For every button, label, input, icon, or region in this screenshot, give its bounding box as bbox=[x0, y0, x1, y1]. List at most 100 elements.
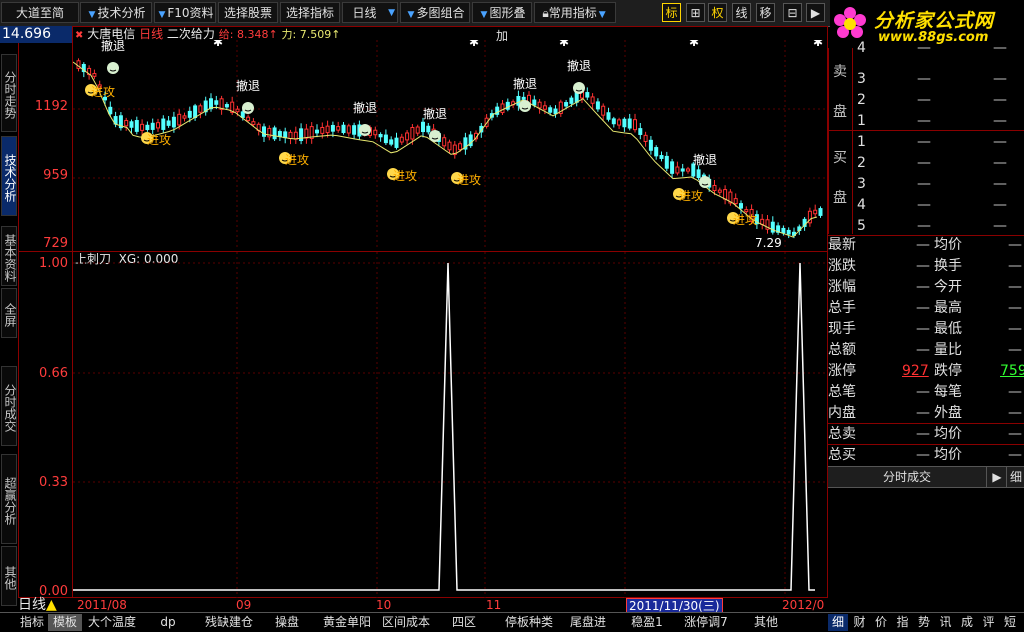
tick-header[interactable]: 分时成交 ▶ 细 bbox=[828, 466, 1024, 488]
toolbar-f10[interactable]: ▼ F10资料 bbox=[154, 2, 216, 23]
tab-super-analysis[interactable]: 超赢分析 bbox=[1, 454, 17, 544]
mark-label: 标 bbox=[665, 6, 678, 20]
candle bbox=[410, 127, 415, 140]
candle bbox=[696, 169, 701, 179]
tab-fullscreen[interactable]: 全屏 bbox=[1, 288, 17, 338]
bottom-tab[interactable]: 黄金单阳 bbox=[318, 614, 376, 631]
tab-tech-analysis[interactable]: 技术分析 bbox=[1, 136, 17, 216]
quote-row: 涨幅 — 今开 — bbox=[828, 277, 1024, 298]
candle bbox=[145, 124, 150, 131]
candle bbox=[500, 103, 505, 114]
toolbar-menu-dadao[interactable]: 大道至简 bbox=[1, 2, 79, 23]
price-value: — bbox=[917, 176, 931, 192]
quote-label: 量比 bbox=[934, 342, 962, 358]
tab-intraday[interactable]: 分时走势 bbox=[1, 54, 17, 132]
bottom-tab[interactable]: 大个温度 bbox=[84, 614, 140, 631]
bottom-tab[interactable]: 操盘 bbox=[268, 614, 306, 631]
candle bbox=[622, 118, 627, 128]
bottom-tab[interactable]: 尾盘进 bbox=[566, 614, 610, 631]
candle bbox=[330, 124, 335, 132]
low-price-label: 7.29 bbox=[755, 236, 782, 250]
toolbar-select-stock[interactable]: 选择股票 bbox=[218, 2, 278, 23]
bottom-tab[interactable]: 停板种类 bbox=[500, 614, 558, 631]
candle bbox=[320, 126, 325, 134]
right-tab[interactable]: 讯 bbox=[936, 614, 956, 631]
bottom-tab[interactable]: 区间成本 bbox=[380, 614, 432, 631]
right-tab[interactable]: 价 bbox=[871, 614, 891, 631]
quote-row: 内盘 — 外盘 — bbox=[828, 403, 1024, 424]
candle bbox=[224, 104, 229, 108]
rights-button[interactable]: 权 bbox=[708, 3, 727, 22]
bottom-tab[interactable]: 残缺建仓 bbox=[198, 614, 260, 631]
sub-y-066: 0.66 bbox=[39, 366, 68, 381]
dropdown-icon: ▼ bbox=[158, 10, 166, 20]
toolbar-select-indicator[interactable]: 选择指标 bbox=[280, 2, 340, 23]
price-value: — bbox=[917, 113, 931, 129]
price-value: — bbox=[917, 155, 931, 171]
quote-label: 均价 bbox=[934, 426, 962, 442]
toolbar-tech-analysis[interactable]: ▼ 技术分析 bbox=[80, 2, 152, 23]
bottom-tab[interactable]: dp bbox=[156, 614, 180, 631]
volume-value: — bbox=[993, 71, 1007, 87]
toolbar-overlay[interactable]: ▼ 图形叠加 bbox=[472, 2, 532, 43]
candle bbox=[595, 101, 600, 110]
right-tab[interactable]: 短 bbox=[1000, 614, 1020, 631]
candle bbox=[171, 116, 176, 128]
candle bbox=[134, 120, 139, 132]
toolbar-label: F10资料 bbox=[167, 6, 214, 20]
candle bbox=[277, 131, 282, 138]
quote-label: 每笔 bbox=[934, 384, 962, 400]
play-icon[interactable]: ▶ bbox=[986, 467, 1007, 487]
sell-level-row: 1 — — bbox=[857, 111, 1024, 132]
candle bbox=[723, 189, 728, 200]
candle bbox=[670, 161, 675, 174]
quote-label: 最新 bbox=[828, 237, 856, 253]
candle bbox=[633, 119, 637, 131]
right-tab[interactable]: 指 bbox=[893, 614, 913, 631]
tab-basic-info[interactable]: 基本资料 bbox=[1, 226, 17, 286]
buy-level-row: 1 — — bbox=[857, 132, 1024, 153]
tab-other[interactable]: 其他 bbox=[1, 546, 17, 606]
sub-y-033: 0.33 bbox=[39, 475, 68, 490]
toolbar-label: 日线 bbox=[352, 6, 377, 20]
right-tab[interactable]: 势 bbox=[914, 614, 934, 631]
quote-label: 涨停 bbox=[828, 363, 856, 379]
mark-button[interactable]: 标 bbox=[662, 3, 681, 22]
right-tab[interactable]: 财 bbox=[850, 614, 870, 631]
sub-y-100: 1.00 bbox=[39, 256, 68, 271]
candle bbox=[442, 137, 447, 147]
candle bbox=[712, 184, 717, 192]
right-tab[interactable]: 评 bbox=[979, 614, 999, 631]
bottom-tab[interactable]: 其他 bbox=[746, 614, 786, 631]
move-button[interactable]: 移 bbox=[756, 3, 775, 22]
retreat-signal-label: 撤退 bbox=[101, 40, 125, 53]
candle bbox=[643, 134, 648, 143]
candle bbox=[156, 122, 160, 129]
right-tab[interactable]: 成 bbox=[957, 614, 977, 631]
volume-value: — bbox=[993, 40, 1007, 56]
candle bbox=[654, 147, 659, 157]
period-label: 日线 bbox=[139, 27, 164, 41]
price-value: — bbox=[917, 134, 931, 150]
candle bbox=[638, 128, 643, 135]
bottom-tab[interactable]: 模板 bbox=[48, 614, 82, 631]
toolbar-period[interactable]: 日线 ▼ bbox=[342, 2, 398, 23]
expand-icon[interactable]: ⊟ bbox=[783, 3, 802, 22]
play-icon[interactable]: ▶ bbox=[806, 3, 825, 22]
toolbar-multi-chart[interactable]: ▼ 多图组合 bbox=[400, 2, 470, 23]
bottom-tab[interactable]: 稳盈1 bbox=[626, 614, 668, 631]
bottom-tab[interactable]: 涨停调7 bbox=[682, 614, 730, 631]
x-date-0: 2011/08 bbox=[77, 598, 127, 612]
bottom-tab[interactable]: 四区 bbox=[446, 614, 482, 631]
candle bbox=[283, 131, 288, 139]
period-text: 日线 bbox=[18, 597, 46, 613]
toolbar-common-indicators[interactable]: 🔒︎常用指标 ▼ bbox=[534, 2, 616, 23]
price-value: — bbox=[917, 71, 931, 87]
tick-detail-button[interactable]: 细 bbox=[1006, 467, 1024, 487]
right-tab[interactable]: 细 bbox=[828, 614, 848, 631]
crosshair-icon[interactable]: ⊞ bbox=[686, 3, 705, 22]
line-button[interactable]: 线 bbox=[732, 3, 751, 22]
bottom-tab[interactable]: 指标 bbox=[18, 614, 46, 631]
retreat-signal-label: 撤退 bbox=[513, 76, 537, 91]
tab-tick-trades[interactable]: 分时成交 bbox=[1, 366, 17, 446]
